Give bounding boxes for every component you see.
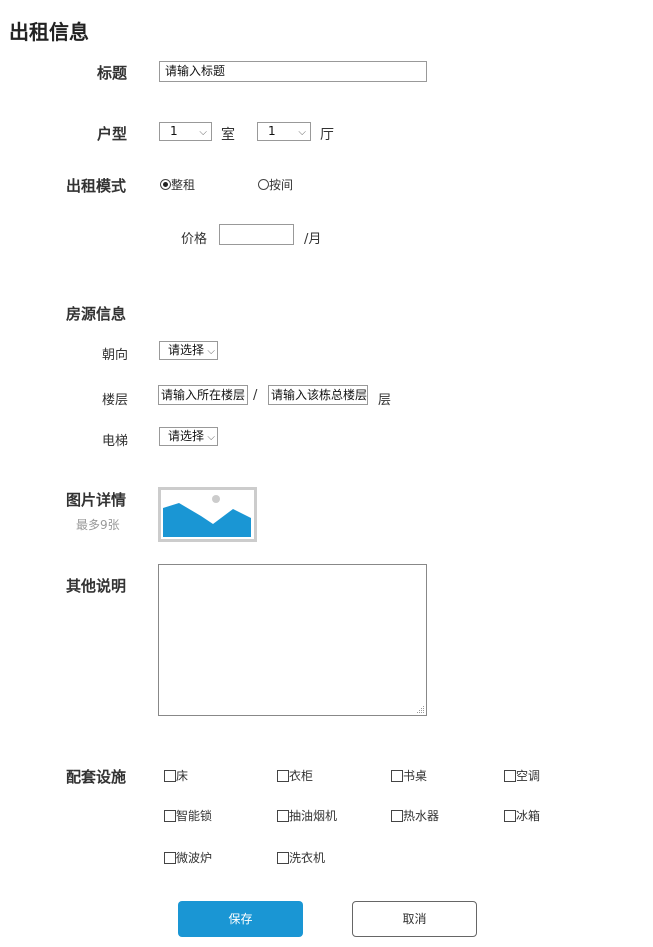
facility-range-hood-checkbox[interactable]: 抽油烟机 [277,807,337,824]
checkbox-icon [277,769,289,782]
facility-water-heater-checkbox[interactable]: 热水器 [391,807,439,824]
elevator-select[interactable]: 请选择 ⌵ [159,427,218,446]
checkbox-icon [391,809,403,822]
image-placeholder-icon [161,490,254,539]
notes-textarea[interactable] [158,564,427,716]
rent-mode-whole-radio[interactable]: 整租 [160,176,195,193]
save-button[interactable]: 保存 [178,901,303,937]
total-floor-input-placeholder: 请输入该栋总楼层 [271,388,368,402]
orientation-label: 朝向 [102,348,129,363]
facility-desk-checkbox[interactable]: 书桌 [391,767,427,784]
title-input-placeholder: 请输入标题 [165,64,226,78]
rent-mode-whole-label: 整租 [171,178,196,192]
facility-microwave-checkbox[interactable]: 微波炉 [164,849,212,866]
checkbox-icon [277,851,289,864]
page-title: 出租信息 [9,20,89,44]
facilities-label: 配套设施 [66,768,127,786]
orientation-select-value: 请选择 [168,343,205,357]
checkbox-icon [164,809,176,822]
facility-label: 空调 [516,769,541,783]
floor-label: 楼层 [102,393,129,408]
rent-mode-label: 出租模式 [66,177,127,195]
facility-washer-checkbox[interactable]: 洗衣机 [277,849,325,866]
rent-mode-room-radio[interactable]: 按间 [258,176,293,193]
orientation-select[interactable]: 请选择 ⌵ [159,341,218,360]
elevator-label: 电梯 [102,434,129,449]
rooms-select[interactable]: 1 ⌵ [159,122,212,141]
facility-label: 抽油烟机 [289,809,338,823]
facility-label: 冰箱 [516,809,541,823]
image-upload-button[interactable] [158,487,257,542]
facility-fridge-checkbox[interactable]: 冰箱 [504,807,540,824]
images-hint: 最多9张 [76,518,120,532]
facility-label: 智能锁 [176,809,213,823]
facility-label: 书桌 [403,769,428,783]
chevron-down-icon: ⌵ [207,432,215,443]
images-label: 图片详情 [66,491,127,509]
facility-label: 床 [176,769,189,783]
rent-mode-room-label: 按间 [269,178,294,192]
resize-handle-icon[interactable] [416,705,425,714]
title-input[interactable]: 请输入标题 [159,61,427,82]
halls-select-value: 1 [268,124,276,138]
price-label: 价格 [181,232,208,247]
radio-unchecked-icon [258,179,269,190]
checkbox-icon [504,769,516,782]
floor-input[interactable]: 请输入所在楼层 [158,385,248,405]
title-label: 标题 [97,64,128,82]
chevron-down-icon: ⌵ [298,127,306,138]
total-floor-input[interactable]: 请输入该栋总楼层 [268,385,368,405]
radio-checked-icon [160,179,171,190]
price-unit: /月 [304,232,322,247]
chevron-down-icon: ⌵ [199,127,207,138]
cancel-button[interactable]: 取消 [352,901,477,937]
facility-smart-lock-checkbox[interactable]: 智能锁 [164,807,212,824]
rooms-select-value: 1 [170,124,178,138]
rooms-unit: 室 [221,127,235,143]
notes-label: 其他说明 [66,577,127,595]
house-info-label: 房源信息 [66,305,127,323]
halls-select[interactable]: 1 ⌵ [257,122,311,141]
floor-unit: 层 [378,393,392,408]
checkbox-icon [277,809,289,822]
facility-wardrobe-checkbox[interactable]: 衣柜 [277,767,313,784]
facility-ac-checkbox[interactable]: 空调 [504,767,540,784]
facility-label: 微波炉 [176,851,213,865]
layout-label: 户型 [97,125,128,143]
facility-label: 洗衣机 [289,851,326,865]
facility-bed-checkbox[interactable]: 床 [164,767,188,784]
checkbox-icon [164,769,176,782]
halls-unit: 厅 [320,127,334,143]
facility-label: 衣柜 [289,769,314,783]
elevator-select-value: 请选择 [168,429,205,443]
chevron-down-icon: ⌵ [207,346,215,357]
checkbox-icon [391,769,403,782]
checkbox-icon [164,851,176,864]
facility-label: 热水器 [403,809,440,823]
checkbox-icon [504,809,516,822]
floor-input-placeholder: 请输入所在楼层 [161,388,246,402]
floor-separator: / [253,388,258,403]
price-input[interactable] [219,224,294,245]
